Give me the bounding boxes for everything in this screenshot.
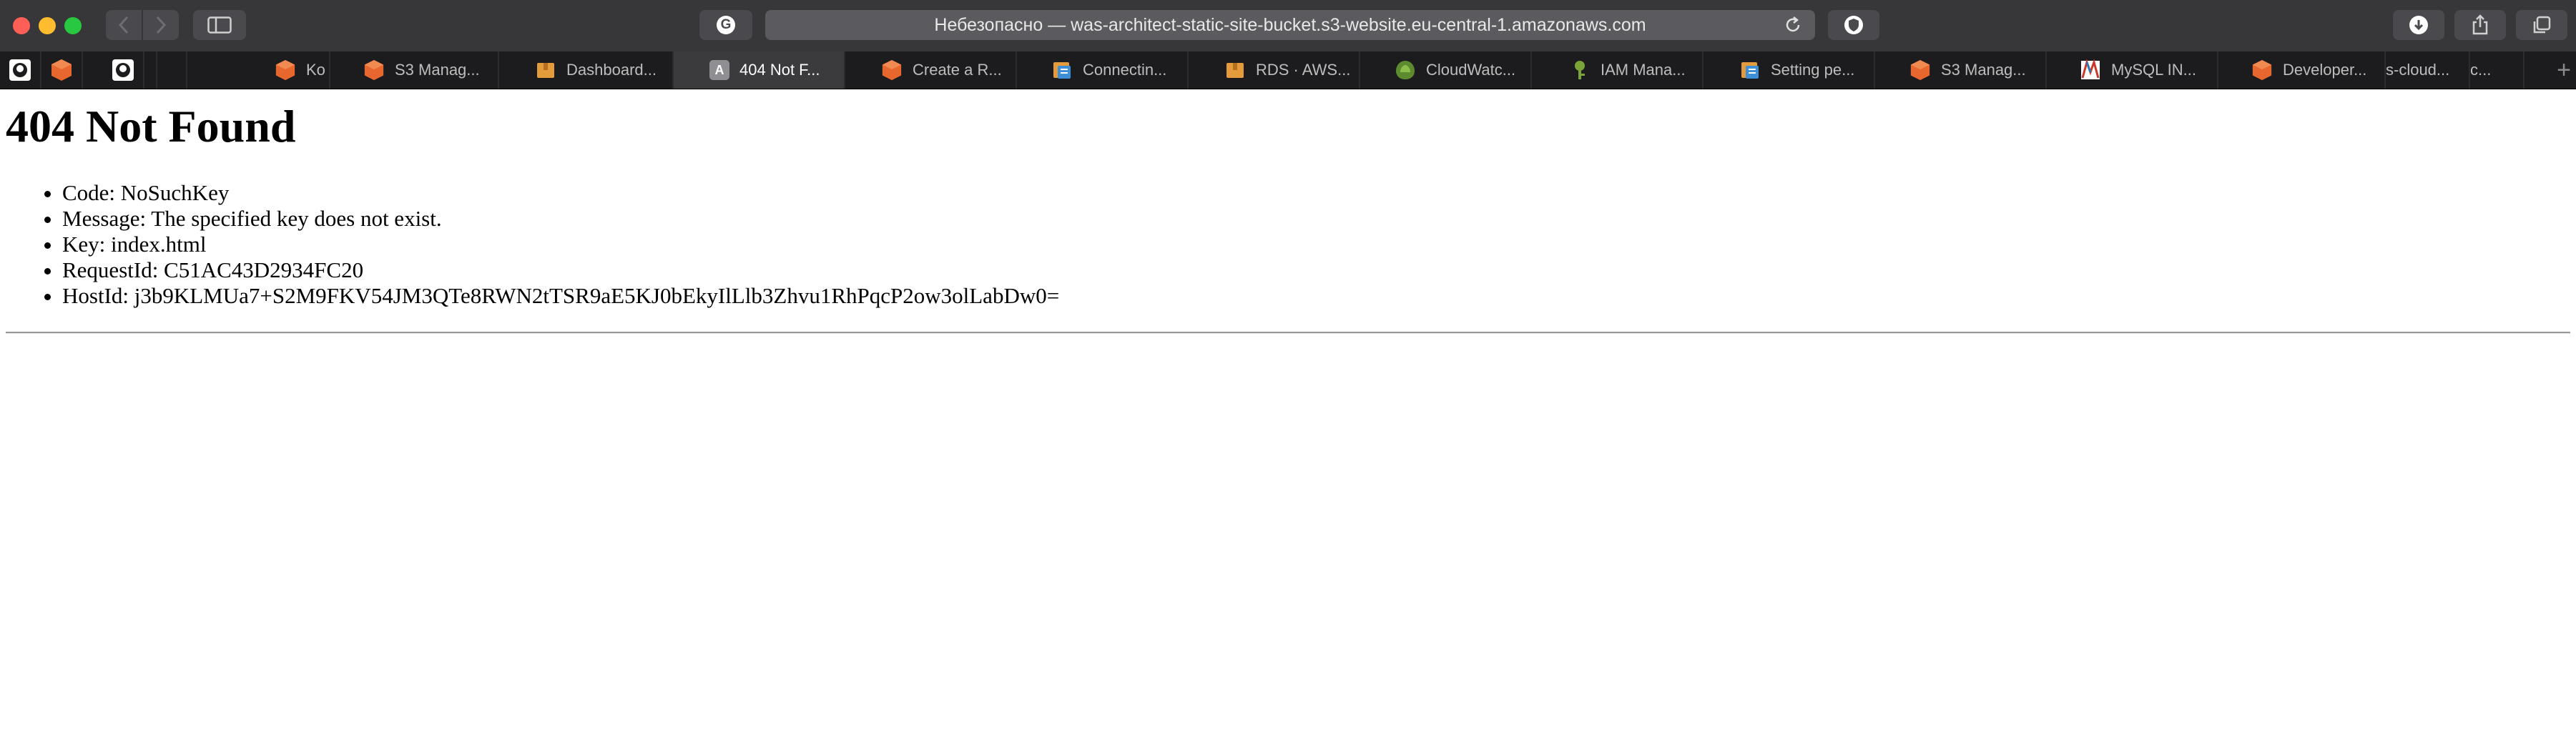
- error-request-id: RequestId: C51AC43D2934FC20: [62, 257, 1059, 283]
- tab-label: Connectin...: [1083, 61, 1167, 79]
- mysql-icon: [2081, 59, 2100, 79]
- reload-icon[interactable]: [1784, 16, 1802, 34]
- tab-15[interactable]: c...: [2470, 51, 2525, 89]
- aws-docs-icon: [1053, 62, 1071, 79]
- tab-4-active[interactable]: A 404 Not F...: [674, 51, 845, 89]
- address-bar[interactable]: Небезопасно — was-architect-static-site-…: [765, 10, 1815, 40]
- tab-label: Setting pe...: [1771, 61, 1855, 79]
- zoom-window-button[interactable]: [64, 17, 82, 34]
- tab-label: Ko: [306, 61, 325, 79]
- github-icon: [9, 59, 31, 81]
- back-button[interactable]: [106, 10, 142, 40]
- error-host-id: HostId: j3b9KLMUa7+S2M9FKV54JM3QTe8RWN2t…: [62, 283, 1059, 309]
- cloudwatch-icon: [1396, 61, 1415, 79]
- tab-label: S3 Manag...: [1941, 61, 2026, 79]
- tab-9[interactable]: IAM Mana...: [1532, 51, 1704, 89]
- tab-label: S3 Manag...: [395, 61, 480, 79]
- aws-cube-icon: [51, 59, 72, 81]
- tab-label: Developer...: [2283, 61, 2367, 79]
- sidebar-toggle-button[interactable]: [193, 10, 246, 40]
- error-details-list: Code: NoSuchKey Message: The specified k…: [0, 180, 1059, 309]
- tab-2[interactable]: S3 Manag...: [330, 51, 499, 89]
- tab-strip: Ko S3 Manag... Dashboard... A 404 Not F.…: [0, 51, 2576, 89]
- close-window-button[interactable]: [13, 17, 30, 34]
- tab-overview-icon: [2533, 16, 2551, 34]
- pinned-tab-aws[interactable]: [41, 51, 83, 89]
- page-title: 404 Not Found: [6, 101, 296, 152]
- aws-cube-icon: [364, 59, 384, 81]
- aws-docs-icon: [1741, 62, 1759, 79]
- tab-overview-button[interactable]: [2516, 10, 2567, 40]
- tab-11[interactable]: S3 Manag...: [1875, 51, 2047, 89]
- download-icon: [2409, 16, 2428, 34]
- downloads-button[interactable]: [2393, 10, 2444, 40]
- privacy-extension-button[interactable]: [1828, 10, 1879, 40]
- tab-6[interactable]: Connectin...: [1017, 51, 1189, 89]
- tab-label: 404 Not F...: [739, 61, 820, 79]
- tab-3[interactable]: Dashboard...: [499, 51, 674, 89]
- tab-14[interactable]: s-cloud...: [2386, 51, 2470, 89]
- error-message: Message: The specified key does not exis…: [62, 206, 1059, 232]
- tab-8[interactable]: CloudWatc...: [1360, 51, 1532, 89]
- tab-label: IAM Mana...: [1601, 61, 1686, 79]
- browser-toolbar: G Небезопасно — was-architect-static-sit…: [0, 0, 2576, 52]
- pinned-tab-blank-1[interactable]: [144, 51, 157, 89]
- aws-cube-icon: [2252, 59, 2272, 81]
- tab-1[interactable]: Ko: [236, 51, 330, 89]
- google-extension-button[interactable]: G: [699, 10, 752, 40]
- aws-cube-icon: [275, 59, 295, 81]
- error-key: Key: index.html: [62, 232, 1059, 257]
- forward-button[interactable]: [143, 10, 179, 40]
- tab-label: MySQL IN...: [2111, 61, 2196, 79]
- aws-box-icon: [1226, 63, 1244, 78]
- github-icon: [112, 59, 134, 81]
- error-code: Code: NoSuchKey: [62, 180, 1059, 206]
- chevron-right-icon: [156, 16, 167, 34]
- pinned-tab-blank-2[interactable]: [157, 51, 187, 89]
- tab-13[interactable]: Developer...: [2218, 51, 2386, 89]
- pinned-tab-github-1[interactable]: [0, 51, 41, 89]
- google-g-icon: G: [717, 16, 735, 34]
- letter-a-icon: A: [709, 60, 729, 80]
- iam-key-icon: [1575, 61, 1585, 79]
- tab-5[interactable]: Create a R...: [845, 51, 1017, 89]
- aws-cube-icon: [882, 59, 902, 81]
- aws-box-icon: [537, 63, 554, 78]
- pinned-tab-github-2[interactable]: [103, 51, 144, 89]
- tab-label: RDS · AWS...: [1256, 61, 1351, 79]
- tab-label: Create a R...: [913, 61, 1002, 79]
- sidebar-icon: [207, 16, 232, 34]
- tab-7[interactable]: RDS · AWS...: [1189, 51, 1360, 89]
- aws-cube-icon: [1910, 59, 1930, 81]
- tab-label: s-cloud...: [2386, 61, 2450, 79]
- tab-label: CloudWatc...: [1426, 61, 1516, 79]
- tab-label: c...: [2470, 61, 2492, 79]
- tab-12[interactable]: MySQL IN...: [2047, 51, 2218, 89]
- chevron-left-icon: [118, 16, 129, 34]
- share-icon: [2472, 14, 2488, 35]
- share-button[interactable]: [2454, 10, 2506, 40]
- minimize-window-button[interactable]: [39, 17, 56, 34]
- horizontal-rule: [6, 332, 2570, 334]
- address-bar-text: Небезопасно — was-architect-static-site-…: [934, 14, 1646, 35]
- shield-icon: [1844, 16, 1863, 34]
- new-tab-button[interactable]: +: [2552, 51, 2576, 89]
- tab-10[interactable]: Setting pe...: [1704, 51, 1875, 89]
- tab-label: Dashboard...: [566, 61, 657, 79]
